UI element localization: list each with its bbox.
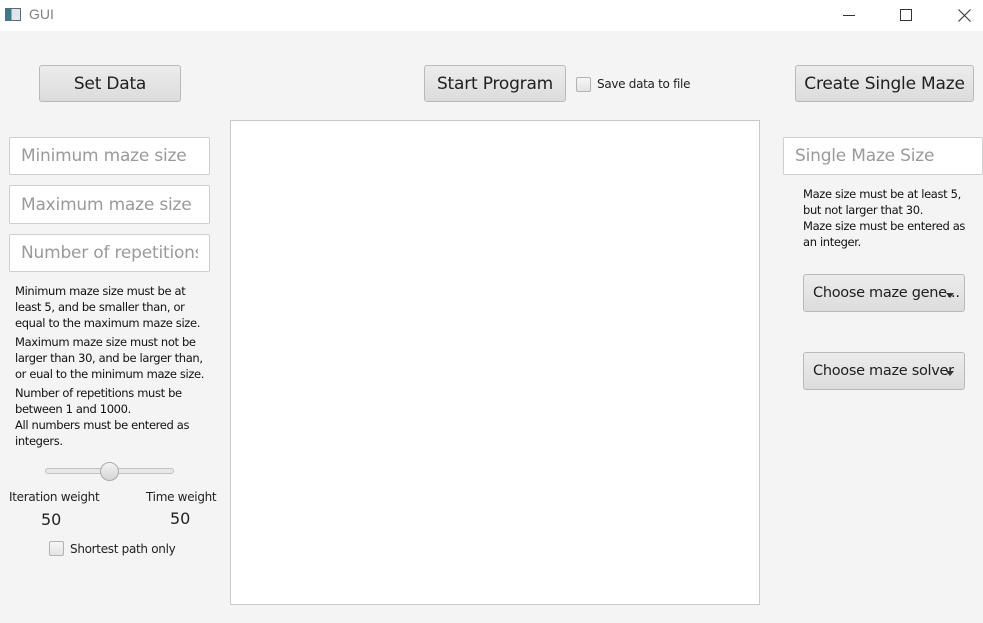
maze-solver-dropdown-label: Choose maze solver [813,363,954,379]
time-weight-value: 50 [170,509,191,528]
app-window: GUI Set Data Start Program Save data to … [0,0,983,623]
repetitions-help-text: Number of repetitions must be between 1 … [15,386,190,448]
minimize-icon[interactable] [820,0,878,30]
title-bar: GUI [0,0,983,31]
iteration-weight-value: 50 [41,510,62,529]
chevron-down-icon [946,371,954,376]
maximum-size-help-text: Maximum maze size must not be larger tha… [15,335,205,381]
start-program-button[interactable]: Start Program [424,65,566,102]
maze-generator-dropdown-label: Choose maze gene... [813,285,960,301]
shortest-path-label: Shortest path only [70,542,176,556]
set-data-button[interactable]: Set Data [39,65,181,102]
time-weight-label: Time weight [146,490,217,504]
save-data-label: Save data to file [597,77,691,91]
single-maze-size-input[interactable] [783,137,983,175]
weight-slider-thumb[interactable] [100,462,119,481]
single-maze-help-text: Maze size must be at least 5, but not la… [803,187,966,249]
maximum-maze-size-input[interactable] [9,185,210,224]
minimum-size-help-text: Minimum maze size must be at least 5, an… [15,284,201,330]
iteration-weight-label: Iteration weight [9,490,100,504]
maze-solver-dropdown[interactable]: Choose maze solver [803,352,965,390]
number-of-repetitions-input[interactable] [9,234,210,272]
minimum-maze-size-input[interactable] [9,137,210,175]
maze-display-canvas [230,120,760,605]
chevron-down-icon [946,293,954,298]
shortest-path-checkbox[interactable] [49,541,64,556]
window-title: GUI [29,6,54,22]
save-data-checkbox[interactable] [576,77,591,92]
maze-generator-dropdown[interactable]: Choose maze gene... [803,274,965,312]
create-single-maze-button[interactable]: Create Single Maze [795,65,974,102]
maximize-icon[interactable] [877,0,935,30]
close-icon[interactable] [935,0,983,30]
app-window-icon [5,8,21,21]
